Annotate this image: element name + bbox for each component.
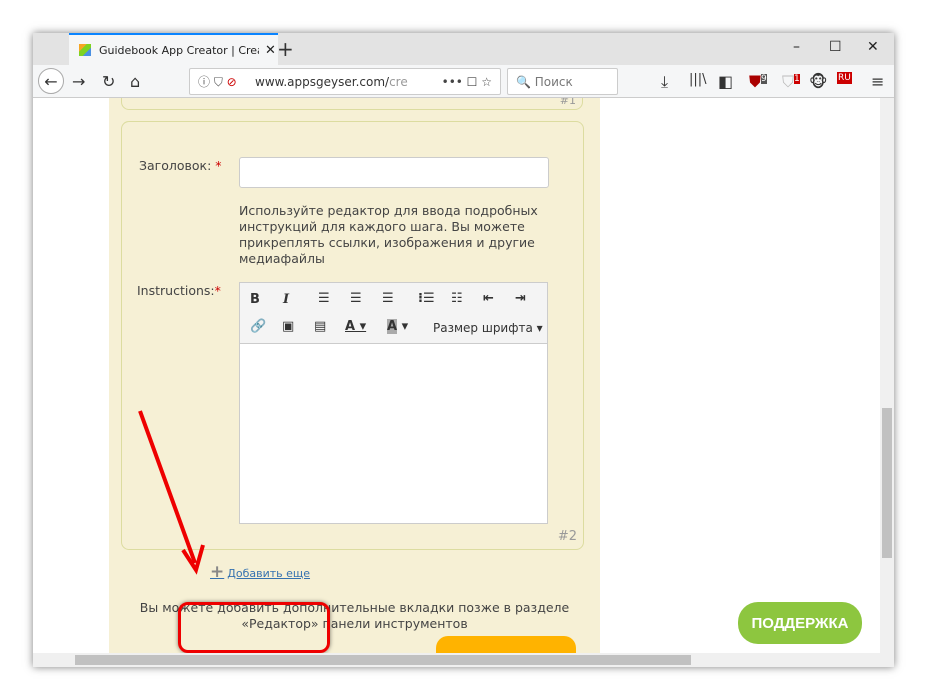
back-button[interactable]: ← — [38, 68, 64, 94]
menu-icon[interactable]: ≡ — [871, 72, 884, 91]
tab-title: Guidebook App Creator | Creat — [99, 43, 259, 57]
sidebar-icon[interactable]: ◧ — [718, 72, 733, 91]
new-tab-button[interactable]: + — [277, 37, 294, 61]
horizontal-scroll-thumb[interactable] — [75, 655, 691, 665]
vertical-scrollbar[interactable] — [880, 98, 894, 653]
badge-9: 9 — [761, 73, 767, 84]
close-tab-icon[interactable]: ✕ — [265, 43, 276, 58]
download-icon[interactable]: ⤓ — [661, 72, 668, 92]
monkey-icon[interactable]: 🐵 — [809, 72, 828, 91]
maximize-button[interactable]: ☐ — [829, 39, 842, 55]
url-bar[interactable]: ⓘ ⛉ ⊘ www.appsgeyser.com/cre ••• ☐ ☆ — [189, 68, 501, 95]
ublock-icon[interactable]: ⛊9 — [749, 72, 767, 92]
shield-extension-icon[interactable]: ⛉1 — [782, 72, 800, 92]
translate-icon[interactable]: RU — [837, 72, 852, 84]
nav-bar: ← → ↻ ⌂ ⓘ ⛉ ⊘ www.appsgeyser.com/cre •••… — [33, 65, 894, 98]
library-icon[interactable]: |||\ — [689, 72, 707, 87]
forward-button[interactable]: → — [72, 72, 85, 91]
vertical-scroll-thumb[interactable] — [882, 408, 892, 558]
minimize-button[interactable]: – — [793, 39, 800, 55]
url-text: www.appsgeyser.com/ — [255, 74, 390, 89]
url-text-rest: cre — [389, 74, 408, 89]
badge-ru: RU — [838, 73, 851, 83]
tab-guidebook[interactable]: Guidebook App Creator | Creat ✕ — [69, 33, 278, 65]
page-content: #1 Заголовок: * Используйте редактор для… — [33, 98, 880, 653]
tab-bar: Guidebook App Creator | Creat ✕ + – ☐ ✕ — [33, 33, 894, 65]
annotation-arrow-icon — [138, 410, 205, 575]
browser-window: Guidebook App Creator | Creat ✕ + – ☐ ✕ … — [33, 33, 894, 667]
horizontal-scrollbar[interactable] — [33, 653, 894, 667]
reload-button[interactable]: ↻ — [102, 72, 115, 91]
support-button[interactable]: ПОДДЕРЖКА — [738, 602, 862, 644]
search-input[interactable]: 🔍 Поиск — [507, 68, 618, 95]
close-window-button[interactable]: ✕ — [867, 39, 879, 55]
favicon-icon — [79, 44, 91, 56]
search-placeholder: Поиск — [534, 74, 573, 89]
badge-1: 1 — [794, 73, 800, 84]
info-icon[interactable]: ⓘ ⛉ ⊘ — [198, 73, 237, 90]
page-actions-icon[interactable]: ••• ☐ ☆ — [442, 75, 492, 89]
home-button[interactable]: ⌂ — [130, 72, 140, 91]
